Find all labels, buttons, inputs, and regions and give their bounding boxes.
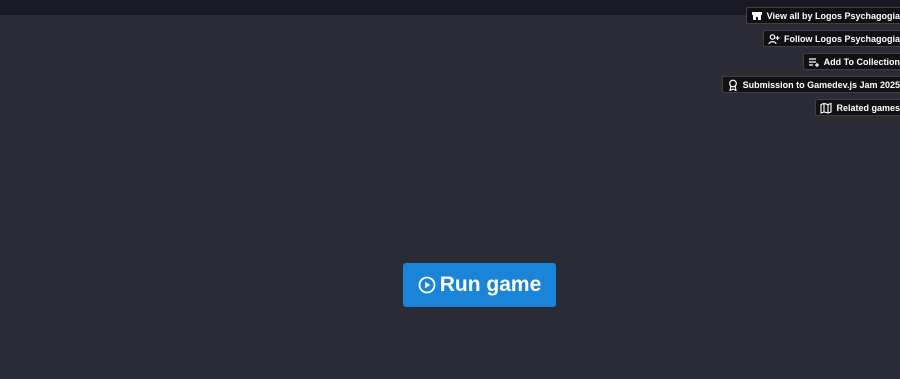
related-games-button[interactable]: Related games — [815, 99, 900, 116]
award-icon — [727, 79, 739, 91]
run-game-button[interactable]: Run game — [403, 263, 556, 307]
map-icon — [820, 102, 833, 114]
playlist-add-icon — [808, 56, 820, 68]
follow-author-button[interactable]: Follow Logos Psychagogia — [762, 30, 900, 47]
user-tools: View all by Logos Psychagogia Follow Log… — [721, 7, 900, 122]
play-circle-icon — [418, 276, 436, 294]
view-all-by-author-button[interactable]: View all by Logos Psychagogia — [745, 7, 900, 24]
itch-store-icon — [751, 10, 763, 22]
add-to-collection-label: Add To Collection — [823, 56, 900, 67]
follow-author-label: Follow Logos Psychagogia — [783, 33, 900, 44]
run-game-label: Run game — [439, 273, 542, 296]
jam-submission-label: Submission to Gamedev.js Jam 2025 — [742, 79, 900, 90]
view-all-by-author-label: View all by Logos Psychagogia — [766, 10, 900, 21]
user-plus-icon — [768, 33, 780, 45]
jam-submission-button[interactable]: Submission to Gamedev.js Jam 2025 — [721, 76, 900, 93]
add-to-collection-button[interactable]: Add To Collection — [802, 53, 900, 70]
related-games-label: Related games — [836, 102, 900, 113]
